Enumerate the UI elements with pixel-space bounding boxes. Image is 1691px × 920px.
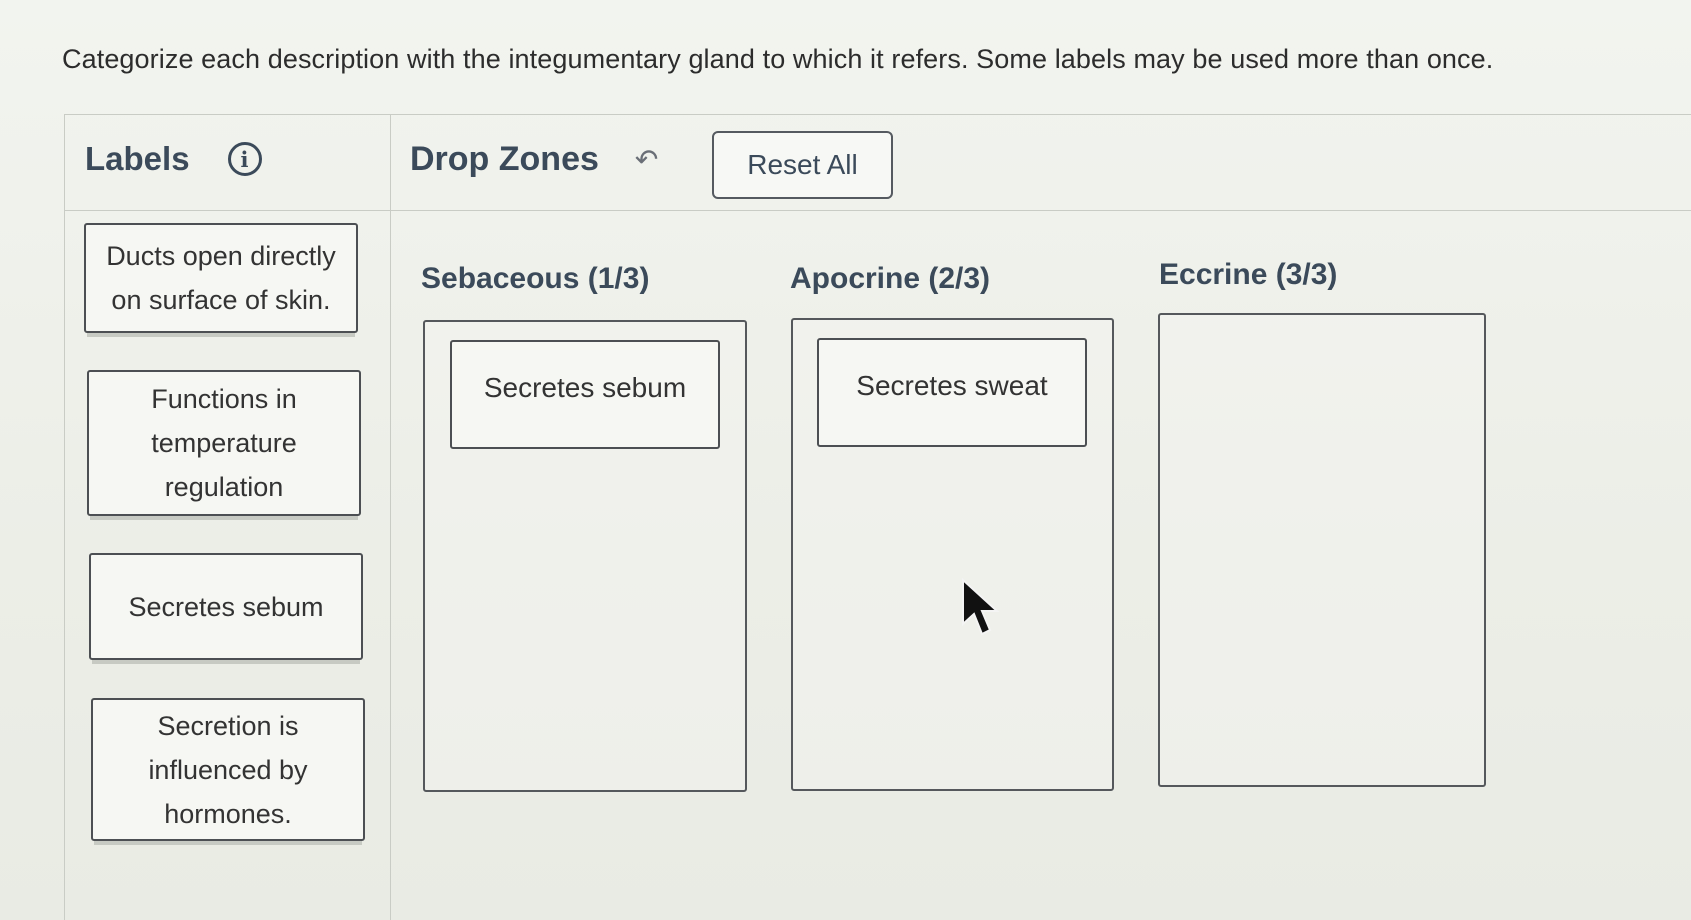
placed-label-text: Secretes sebum (483, 371, 687, 403)
label-card-hormones[interactable]: Secretion is influenced by hormones. (91, 698, 365, 841)
instructions-text: Categorize each description with the int… (62, 44, 1494, 74)
page: Categorize each description with the int… (0, 0, 1691, 920)
label-card-temperature[interactable]: Functions in temperature regulation (87, 370, 361, 516)
placed-label-apocrine-1[interactable]: Secretes sweat (817, 338, 1087, 447)
mouse-pointer-icon (962, 578, 1000, 636)
label-card-sebum[interactable]: Secretes sebum (89, 553, 363, 660)
undo-icon[interactable]: ↶ (635, 145, 658, 174)
label-card-ducts[interactable]: Ducts open directly on surface of skin. (84, 223, 358, 333)
placed-label-text: Secretes sweat (856, 369, 1048, 401)
label-card-text: Ducts open directly on surface of skin. (106, 241, 336, 315)
drop-zones-title: Drop Zones (410, 140, 599, 178)
zone-title-eccrine: Eccrine (3/3) (1159, 258, 1338, 291)
zone-title-apocrine: Apocrine (2/3) (790, 262, 991, 295)
labels-header: Labels i (85, 140, 262, 178)
label-card-text: Secretes sebum (128, 591, 324, 622)
info-icon[interactable]: i (227, 142, 262, 176)
reset-all-button[interactable]: Reset All (712, 131, 893, 199)
labels-title: Labels (85, 140, 190, 177)
drop-zone-eccrine[interactable] (1158, 313, 1486, 787)
label-card-text: Secretion is influenced by hormones. (148, 710, 308, 829)
zone-title-sebaceous: Sebaceous (1/3) (421, 262, 650, 295)
placed-label-sebaceous-1[interactable]: Secretes sebum (450, 340, 720, 449)
column-divider (390, 114, 391, 920)
drop-zones-header: Drop Zones ↶ (410, 140, 658, 179)
header-divider (64, 210, 1691, 211)
label-card-text: Functions in temperature regulation (151, 384, 297, 502)
